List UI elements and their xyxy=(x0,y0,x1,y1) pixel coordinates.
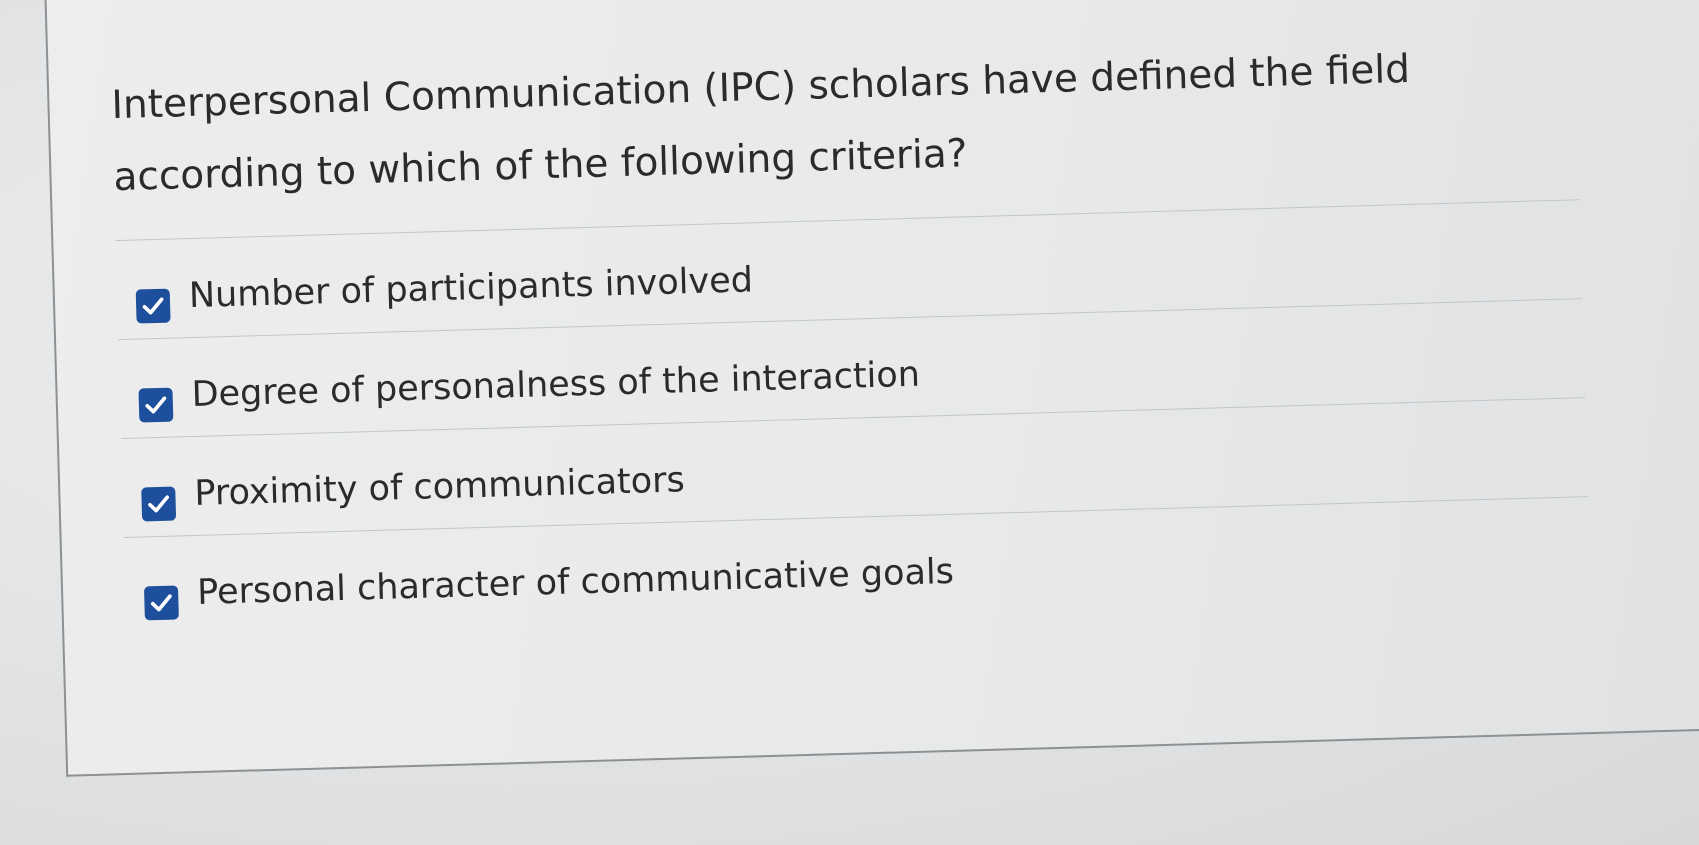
checked-checkbox-icon[interactable] xyxy=(138,387,174,423)
question-text: Interpersonal Communication (IPC) schola… xyxy=(110,46,1411,201)
answer-label: Degree of personalness of the interactio… xyxy=(191,354,921,416)
answer-label: Personal character of communicative goal… xyxy=(196,551,955,613)
checked-checkbox-icon[interactable] xyxy=(141,486,177,522)
question-card: Interpersonal Communication (IPC) schola… xyxy=(44,0,1699,777)
checked-checkbox-icon[interactable] xyxy=(135,288,171,324)
answer-label: Proximity of communicators xyxy=(193,460,686,514)
answer-label: Number of participants involved xyxy=(188,260,754,317)
answers-list: Number of participants involved Degree o… xyxy=(115,199,1591,636)
checked-checkbox-icon[interactable] xyxy=(143,585,179,621)
